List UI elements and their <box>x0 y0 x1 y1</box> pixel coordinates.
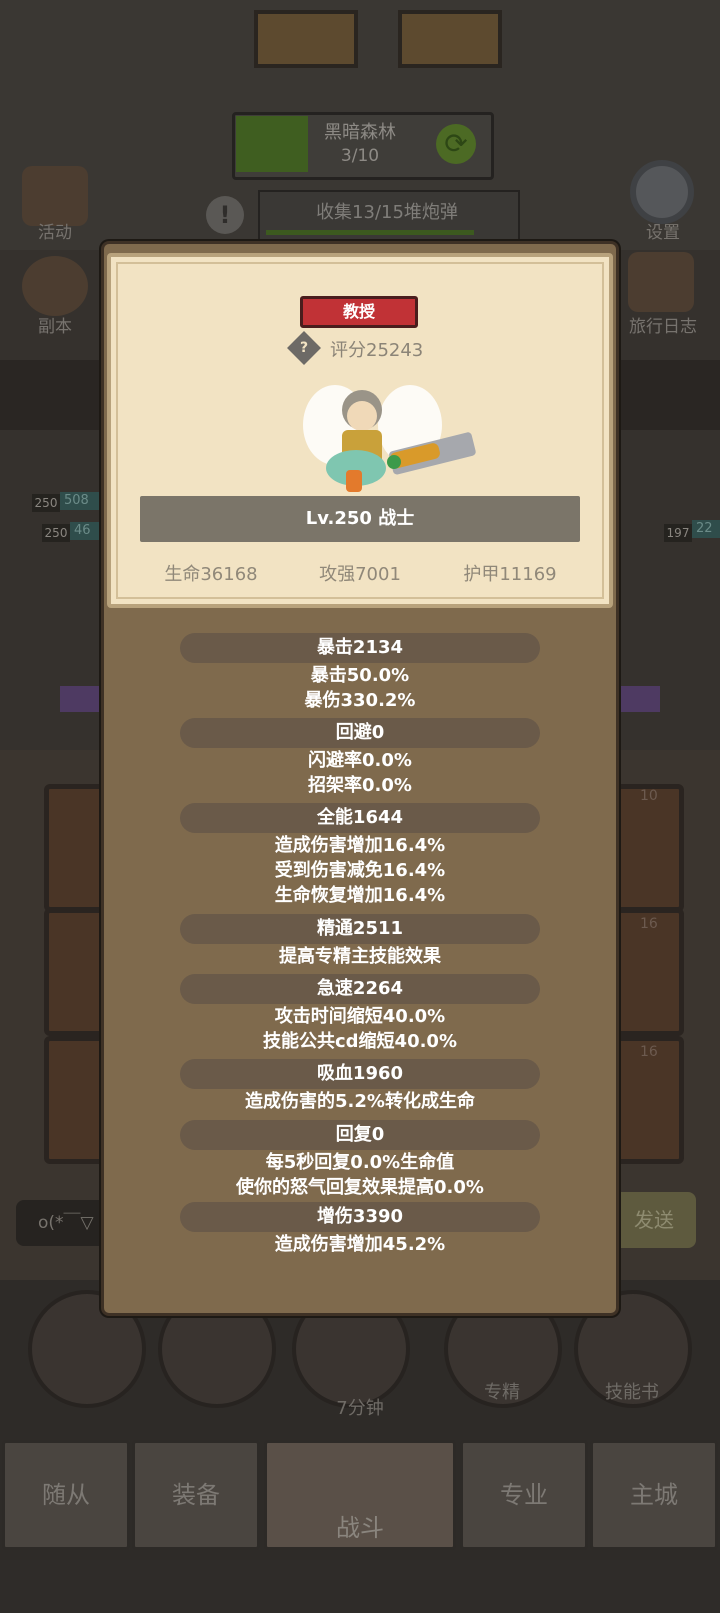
level-class-bar: Lv.250 战士 <box>140 496 580 542</box>
stat-hp: 生命36168 <box>164 564 258 585</box>
stat-line: 招架率0.0% <box>308 775 412 796</box>
category-damage-bonus: 增伤3390 <box>180 1202 540 1232</box>
stat-line: 每5秒回复0.0%生命值 <box>265 1152 455 1173</box>
category-lifesteal: 吸血1960 <box>180 1059 540 1089</box>
stat-line: 提高专精主技能效果 <box>279 946 441 967</box>
stat-line: 暴击50.0% <box>310 665 410 686</box>
activity-label: 活动 <box>38 223 72 243</box>
gear-icon[interactable] <box>630 160 694 224</box>
enemy-hp-bar: 22 <box>692 520 720 538</box>
stat-attack: 攻强7001 <box>319 564 401 585</box>
card-count: 16 <box>640 916 658 932</box>
category-versatility: 全能1644 <box>180 803 540 833</box>
activity-icon[interactable] <box>22 166 88 226</box>
send-button[interactable]: 发送 <box>610 1192 696 1248</box>
skill-book-label: 技能书 <box>605 1382 659 1403</box>
category-regen: 回复0 <box>180 1120 540 1150</box>
stat-line: 暴伤330.2% <box>304 690 416 711</box>
stat-line: 闪避率0.0% <box>308 750 412 771</box>
quest-progress-fill <box>266 230 474 235</box>
settings-label: 设置 <box>646 223 680 243</box>
ally-energy-bar <box>60 686 102 712</box>
alert-icon[interactable]: ! <box>206 196 244 234</box>
rank-badge: 教授 <box>300 296 418 328</box>
stat-line: 造成伤害的5.2%转化成生命 <box>245 1091 475 1112</box>
stage-gate-right <box>398 10 502 68</box>
travel-log-icon[interactable] <box>628 252 694 312</box>
tab-battle[interactable]: 战斗 <box>264 1440 456 1550</box>
enemy-level-badge: 197 <box>664 524 692 542</box>
card-count: 10 <box>640 788 658 804</box>
stat-line: 使你的怒气回复效果提高0.0% <box>236 1177 484 1198</box>
tab-followers[interactable]: 随从 <box>2 1440 130 1550</box>
stage-gate-left <box>254 10 358 68</box>
region-progress-fill <box>236 116 308 172</box>
region-progress: 3/10 <box>340 146 380 166</box>
stat-armor: 护甲11169 <box>463 564 557 585</box>
ally-hp-bar: 508 <box>60 492 106 510</box>
question-mark: ? <box>299 340 309 356</box>
tab-main-city[interactable]: 主城 <box>590 1440 718 1550</box>
tab-equipment[interactable]: 装备 <box>132 1440 260 1550</box>
specialization-label: 专精 <box>484 1382 520 1403</box>
category-haste: 急速2264 <box>180 974 540 1004</box>
quest-text: 收集13/15堆炮弹 <box>316 202 458 223</box>
stat-line: 造成伤害增加16.4% <box>274 835 446 856</box>
ally-level-badge: 250 <box>32 494 60 512</box>
stat-line: 造成伤害增加45.2% <box>274 1234 446 1255</box>
refresh-icon[interactable]: ⟳ <box>436 124 476 164</box>
chat-input[interactable]: o(*￣▽ <box>16 1200 110 1246</box>
ally2-level-badge: 250 <box>42 524 70 542</box>
hero-sprite <box>303 385 476 492</box>
stat-line: 生命恢复增加16.4% <box>274 885 446 906</box>
travel-log-label: 旅行日志 <box>629 317 697 337</box>
category-mastery: 精通2511 <box>180 914 540 944</box>
dungeon-icon[interactable] <box>22 256 88 316</box>
category-dodge: 回避0 <box>180 718 540 748</box>
region-name: 黑暗森林 <box>324 122 396 143</box>
dungeon-label: 副本 <box>38 317 72 337</box>
chest-timer: 7分钟 <box>336 1398 384 1419</box>
stat-line: 攻击时间缩短40.0% <box>274 1006 446 1027</box>
stat-line: 技能公共cd缩短40.0% <box>262 1031 457 1052</box>
stat-line: 受到伤害减免16.4% <box>274 860 446 881</box>
card-count: 16 <box>640 1044 658 1060</box>
enemy-energy-bar <box>618 686 660 712</box>
tab-profession[interactable]: 专业 <box>460 1440 588 1550</box>
category-crit: 暴击2134 <box>180 633 540 663</box>
score-text: 评分25243 <box>330 340 424 361</box>
